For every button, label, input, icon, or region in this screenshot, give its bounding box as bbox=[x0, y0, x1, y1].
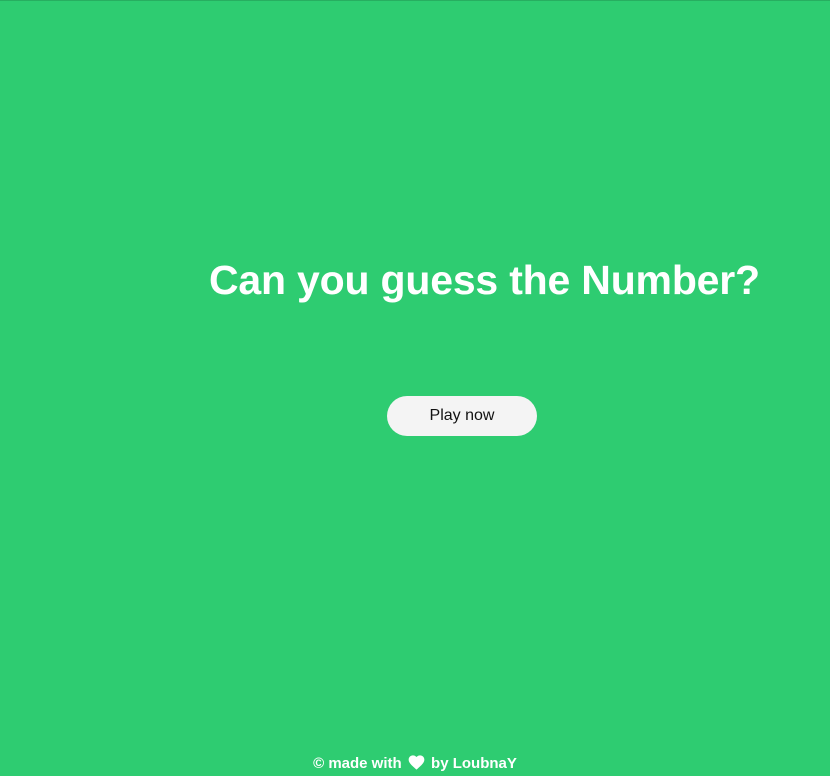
page-title: Can you guess the Number? bbox=[209, 257, 760, 303]
heart-icon bbox=[408, 755, 425, 770]
footer-author-text: by LoubnaY bbox=[431, 755, 517, 773]
footer-prefix-text: © made with bbox=[313, 755, 402, 773]
footer: © made with by LoubnaY bbox=[0, 754, 830, 774]
play-now-button[interactable]: Play now bbox=[387, 396, 537, 436]
